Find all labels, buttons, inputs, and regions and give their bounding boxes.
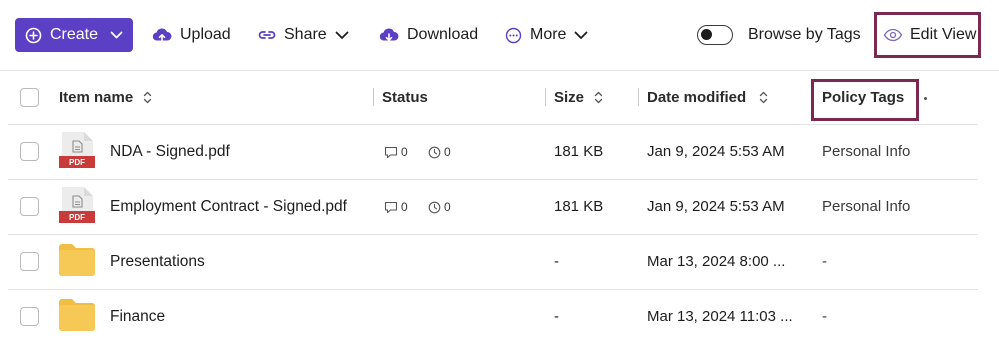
- comments-status[interactable]: 0: [384, 145, 408, 159]
- table-row[interactable]: PDF NDA - Signed.pdf 0 0 181 KB Jan 9, 2…: [0, 124, 999, 179]
- policy-tag: -: [822, 308, 827, 325]
- file-size: 181 KB: [554, 198, 604, 215]
- chevron-down-icon: [335, 31, 349, 40]
- cloud-upload-icon: [152, 27, 172, 43]
- edit-view-button[interactable]: Edit View: [874, 12, 981, 58]
- column-header-status[interactable]: Status: [382, 89, 428, 106]
- plus-circle-icon: [25, 27, 42, 44]
- chevron-down-icon: [110, 31, 123, 40]
- row-checkbox[interactable]: [20, 252, 39, 271]
- column-menu-dot[interactable]: [924, 97, 927, 100]
- select-all-checkbox[interactable]: [20, 88, 39, 107]
- policy-tag: Personal Info: [822, 143, 911, 160]
- edit-view-label: Edit View: [910, 26, 977, 43]
- policy-tag: Personal Info: [822, 198, 911, 215]
- sort-icon: [759, 91, 768, 104]
- browse-by-tags-toggle-wrap: [697, 25, 733, 45]
- more-dots-icon: [505, 27, 522, 44]
- date-modified: Jan 9, 2024 5:53 AM: [647, 198, 785, 215]
- task-count: 0: [444, 200, 451, 214]
- more-label: More: [530, 26, 567, 43]
- file-browser: Create Upload Share Download More Browse…: [0, 0, 999, 351]
- sort-icon: [143, 91, 152, 104]
- comment-count: 0: [401, 145, 408, 159]
- clock-icon: [428, 146, 441, 159]
- folder-name[interactable]: Finance: [110, 308, 165, 326]
- file-name[interactable]: NDA - Signed.pdf: [110, 143, 230, 161]
- share-button[interactable]: Share: [258, 17, 349, 53]
- create-label: Create: [50, 26, 99, 43]
- row-checkbox[interactable]: [20, 307, 39, 326]
- pdf-badge-text: PDF: [69, 158, 85, 167]
- file-name[interactable]: Employment Contract - Signed.pdf: [110, 198, 347, 216]
- toolbar: Create Upload Share Download More Browse…: [0, 0, 999, 70]
- pdf-file-icon: PDF: [59, 132, 95, 168]
- file-size: -: [554, 308, 559, 325]
- pdf-badge-text: PDF: [69, 213, 85, 222]
- tasks-status[interactable]: 0: [428, 145, 451, 159]
- row-checkbox[interactable]: [20, 197, 39, 216]
- browse-by-tags-label: Browse by Tags: [748, 26, 861, 43]
- row-checkbox[interactable]: [20, 142, 39, 161]
- download-button[interactable]: Download: [379, 17, 478, 53]
- comment-count: 0: [401, 200, 408, 214]
- download-label: Download: [407, 26, 479, 43]
- table-row[interactable]: PDF Employment Contract - Signed.pdf 0 0…: [0, 179, 999, 234]
- more-button[interactable]: More: [505, 17, 588, 53]
- tasks-status[interactable]: 0: [428, 200, 451, 214]
- table-row[interactable]: Finance - Mar 13, 2024 11:03 ... -: [0, 289, 999, 344]
- column-divider[interactable]: [638, 88, 639, 106]
- policy-tags-highlight: [811, 79, 919, 121]
- column-header-label: Size: [554, 89, 585, 106]
- column-header-label: Date modified: [647, 89, 747, 106]
- task-count: 0: [444, 145, 451, 159]
- file-size: -: [554, 253, 559, 270]
- column-divider[interactable]: [545, 88, 546, 106]
- toggle-knob: [701, 29, 712, 40]
- comments-status[interactable]: 0: [384, 200, 408, 214]
- date-modified: Jan 9, 2024 5:53 AM: [647, 143, 785, 160]
- column-header-item-name[interactable]: Item name: [59, 89, 152, 106]
- cloud-download-icon: [379, 27, 399, 43]
- file-size: 181 KB: [554, 143, 604, 160]
- column-header-label: Status: [382, 89, 428, 106]
- column-header-date-modified[interactable]: Date modified: [647, 89, 768, 106]
- comment-icon: [384, 201, 398, 214]
- policy-tag: -: [822, 253, 827, 270]
- table-row[interactable]: Presentations - Mar 13, 2024 8:00 ... -: [0, 234, 999, 289]
- clock-icon: [428, 201, 441, 214]
- folder-name[interactable]: Presentations: [110, 253, 205, 271]
- column-divider[interactable]: [373, 88, 374, 106]
- eye-icon: [883, 28, 903, 42]
- column-header-size[interactable]: Size: [554, 89, 603, 106]
- upload-button[interactable]: Upload: [152, 17, 231, 53]
- share-label: Share: [284, 26, 327, 43]
- sort-icon: [594, 91, 603, 104]
- comment-icon: [384, 146, 398, 159]
- date-modified: Mar 13, 2024 11:03 ...: [647, 308, 793, 325]
- folder-icon: [59, 244, 95, 276]
- date-modified: Mar 13, 2024 8:00 ...: [647, 253, 786, 270]
- column-header-label: Item name: [59, 89, 134, 106]
- pdf-file-icon: PDF: [59, 187, 95, 223]
- chevron-down-icon: [574, 31, 588, 40]
- folder-icon: [59, 299, 95, 331]
- upload-label: Upload: [180, 26, 231, 43]
- link-icon: [258, 29, 276, 41]
- create-button[interactable]: Create: [15, 18, 133, 52]
- browse-by-tags-toggle[interactable]: [697, 25, 733, 45]
